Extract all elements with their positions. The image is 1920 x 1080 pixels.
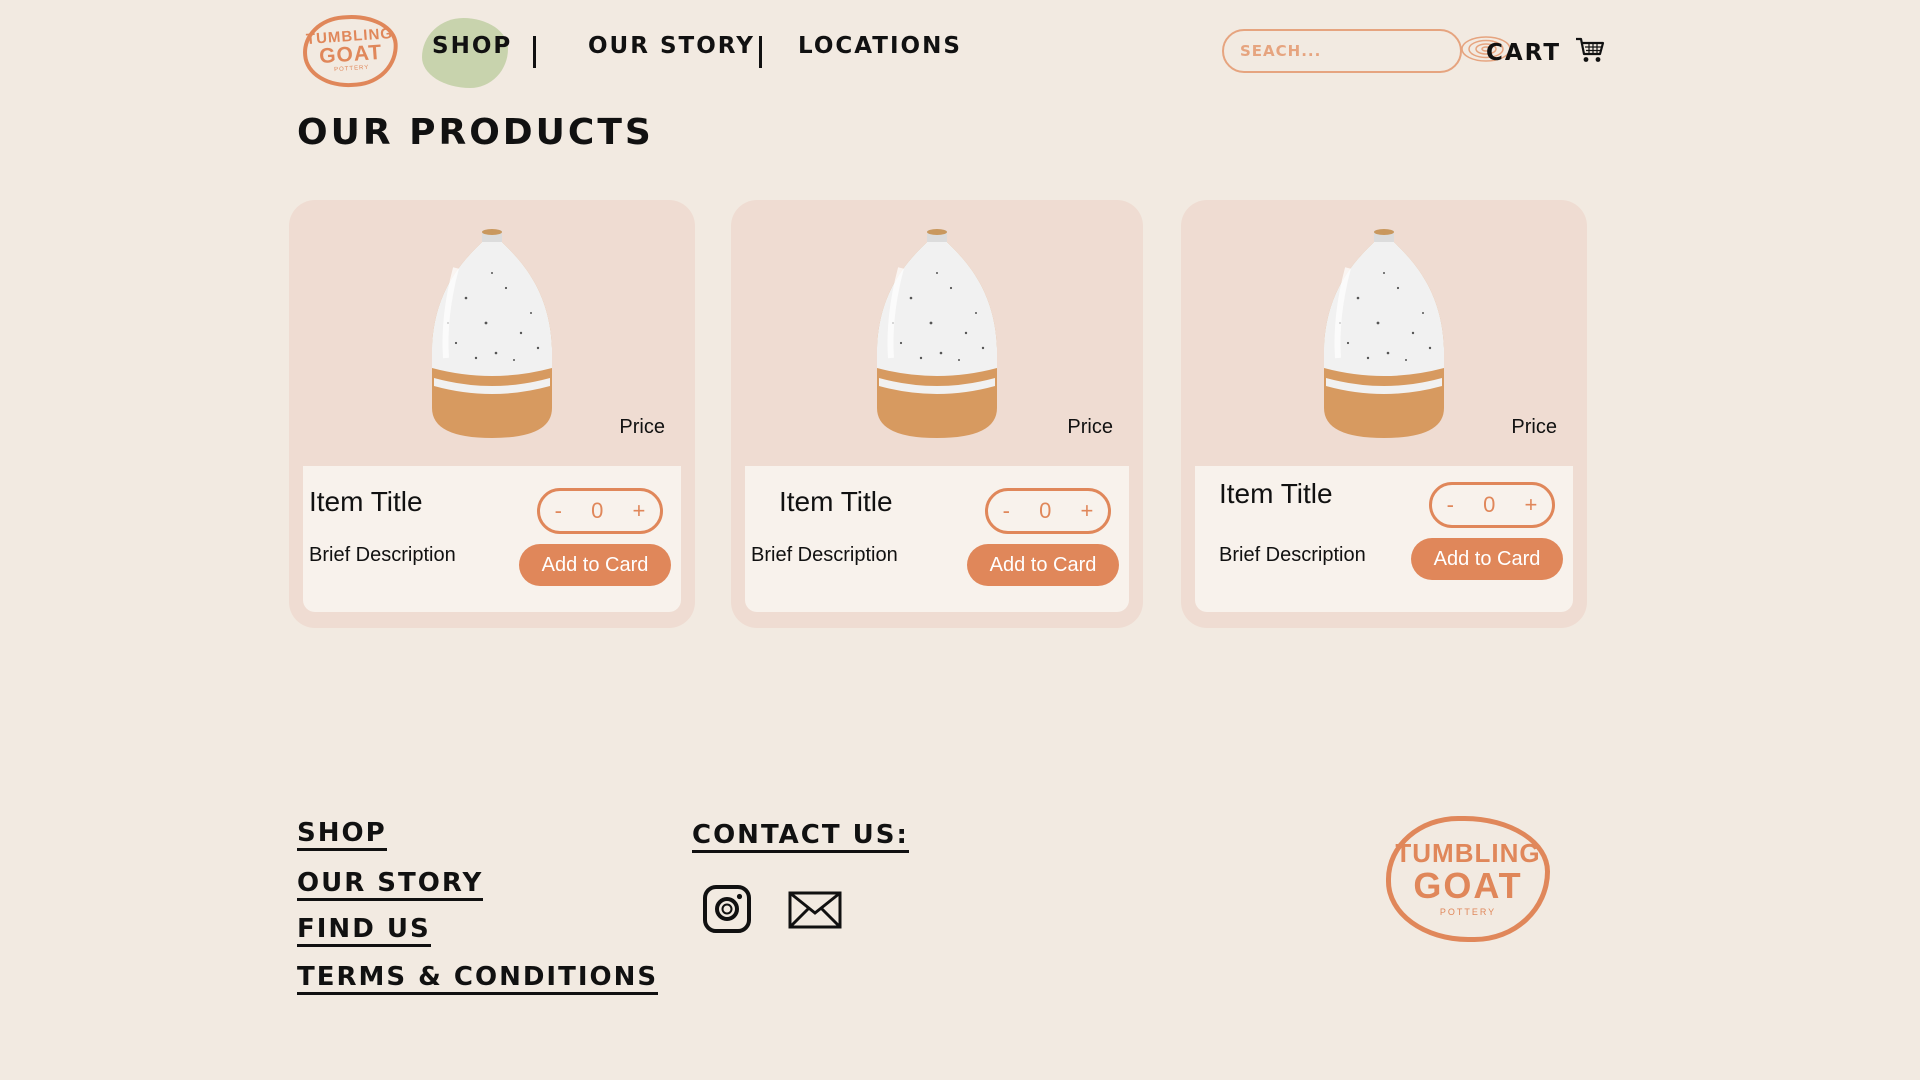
quantity-stepper[interactable]: - 0 +	[537, 488, 663, 534]
search-input[interactable]	[1238, 41, 1459, 61]
brand-logo-line3: POTTERY	[333, 64, 370, 74]
product-card: Price Item Title Brief Description - 0 +…	[1181, 200, 1587, 628]
vase-image	[1324, 229, 1444, 438]
product-price: Price	[1067, 416, 1113, 438]
add-to-cart-button[interactable]: Add to Card	[1411, 538, 1563, 580]
footer-logo-line1: TUMBLING	[1395, 838, 1541, 868]
nav-shop[interactable]: SHOP	[432, 33, 512, 59]
footer-logo-line3: POTTERY	[1439, 907, 1497, 917]
nav-locations[interactable]: LOCATIONS	[798, 33, 962, 59]
quantity-stepper[interactable]: - 0 +	[985, 488, 1111, 534]
product-card: Price Item Title Brief Description - 0 +…	[731, 200, 1143, 628]
add-to-cart-button[interactable]: Add to Card	[519, 544, 671, 586]
footer-logo-line2: GOAT	[1413, 865, 1523, 906]
product-description: Brief Description	[309, 544, 456, 566]
quantity-value: 0	[591, 498, 604, 523]
page-title: OUR PRODUCTS	[297, 112, 654, 153]
quantity-increase-button[interactable]: +	[629, 498, 650, 524]
vase-image	[877, 229, 997, 438]
cart-icon	[1575, 36, 1605, 69]
quantity-decrease-button[interactable]: -	[551, 498, 566, 524]
product-description: Brief Description	[1219, 544, 1366, 566]
product-card-body: Item Title Brief Description - 0 + Add t…	[303, 466, 681, 612]
search-bar[interactable]	[1222, 29, 1511, 73]
brand-logo-line2: GOAT	[318, 40, 384, 69]
quantity-value: 0	[1483, 492, 1496, 517]
product-title: Item Title	[779, 486, 893, 517]
product-price: Price	[1511, 416, 1557, 438]
add-to-cart-button[interactable]: Add to Card	[967, 544, 1119, 586]
nav-divider	[533, 36, 536, 68]
nav-our-story[interactable]: OUR STORY	[588, 33, 755, 59]
quantity-decrease-button[interactable]: -	[1443, 492, 1458, 518]
product-description: Brief Description	[751, 544, 898, 566]
footer-link-find-us[interactable]: FIND US	[297, 914, 431, 947]
footer-link-terms[interactable]: TERMS & CONDITIONS	[297, 962, 659, 995]
footer-link-shop[interactable]: SHOP	[297, 818, 387, 851]
product-price: Price	[619, 416, 665, 438]
quantity-decrease-button[interactable]: -	[999, 498, 1014, 524]
quantity-increase-button[interactable]: +	[1077, 498, 1098, 524]
product-title: Item Title	[309, 486, 423, 517]
quantity-value: 0	[1039, 498, 1052, 523]
quantity-increase-button[interactable]: +	[1521, 492, 1542, 518]
nav-divider	[759, 36, 762, 68]
instagram-icon[interactable]	[702, 884, 752, 939]
product-card: Price Item Title Brief Description - 0 +…	[289, 200, 695, 628]
footer-link-our-story[interactable]: OUR STORY	[297, 868, 484, 901]
footer-brand-logo[interactable]: TUMBLING GOAT POTTERY	[1386, 816, 1550, 942]
quantity-stepper[interactable]: - 0 +	[1429, 482, 1555, 528]
cart-button[interactable]: CART	[1486, 36, 1605, 69]
product-title: Item Title	[1219, 478, 1333, 509]
product-card-body: Item Title Brief Description - 0 + Add t…	[745, 466, 1129, 612]
cart-label: CART	[1486, 39, 1562, 66]
contact-heading: CONTACT US:	[692, 820, 909, 853]
mail-icon[interactable]	[788, 891, 842, 934]
vase-image	[432, 229, 552, 438]
brand-logo[interactable]: TUMBLING GOAT POTTERY	[300, 11, 401, 91]
product-card-body: Item Title Brief Description - 0 + Add t…	[1195, 466, 1573, 612]
